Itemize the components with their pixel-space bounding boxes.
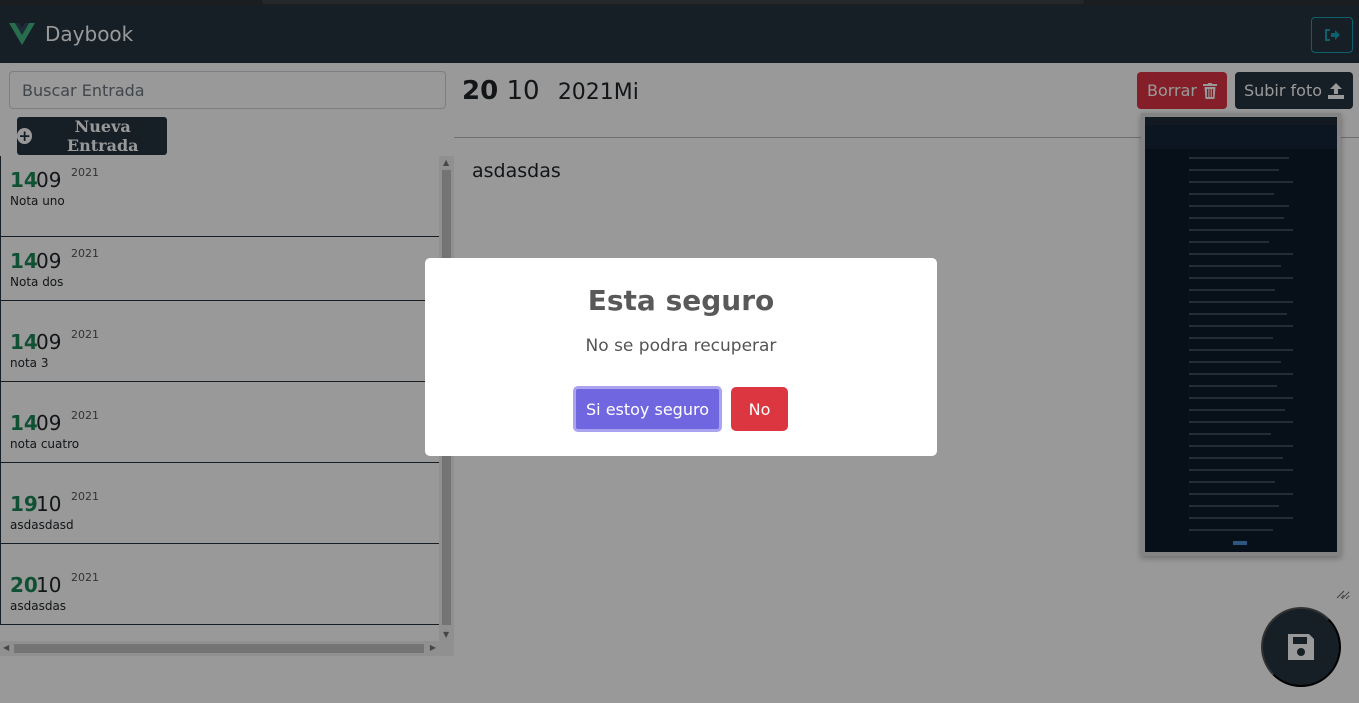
dialog-title: Esta seguro <box>587 284 775 317</box>
confirm-button[interactable]: Si estoy seguro <box>573 386 722 432</box>
dialog-text: No se podra recuperar <box>585 336 777 356</box>
cancel-button[interactable]: No <box>731 387 788 431</box>
confirm-dialog: Esta seguro No se podra recuperar Si est… <box>425 258 937 456</box>
